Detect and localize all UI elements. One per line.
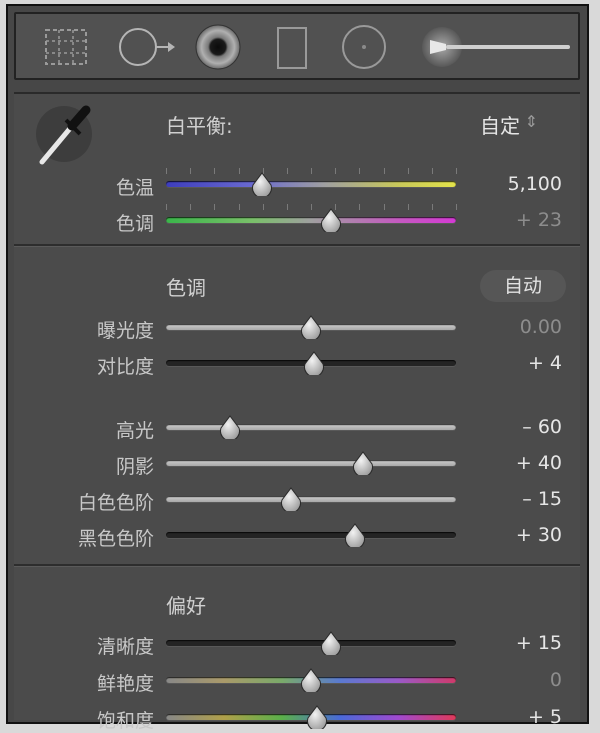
slider-value[interactable]: 0 bbox=[472, 669, 562, 691]
slider-track[interactable] bbox=[166, 424, 456, 430]
crop-overlay-icon[interactable] bbox=[40, 24, 92, 70]
slider-thumb[interactable] bbox=[344, 523, 366, 549]
slider-label: 对比度 bbox=[96, 356, 154, 378]
wb-preset-arrows-icon[interactable]: ⇕ bbox=[525, 112, 538, 131]
slider-label: 高光 bbox=[115, 420, 154, 442]
slider-label: 鲜艳度 bbox=[96, 673, 154, 695]
slider-track[interactable] bbox=[166, 460, 456, 466]
slider-label: 曝光度 bbox=[96, 320, 154, 342]
slider-value[interactable]: – 60 bbox=[472, 416, 562, 438]
presence-title: 偏好 bbox=[166, 594, 206, 618]
slider-thumb[interactable] bbox=[251, 172, 273, 198]
slider-ticks bbox=[166, 168, 457, 174]
slider-thumb[interactable] bbox=[320, 208, 342, 234]
slider-label: 色调 bbox=[115, 213, 154, 235]
slider-label: 阴影 bbox=[115, 456, 154, 478]
tone-title: 色调 bbox=[166, 276, 206, 300]
basic-panel: 白平衡: 自定 ⇕ 色调 自动 偏好 色温 5,100 色调 + 23 曝光度 0.00 对… bbox=[14, 92, 580, 732]
slider-value[interactable]: + 23 bbox=[472, 209, 562, 231]
slider-value[interactable]: 5,100 bbox=[472, 173, 562, 195]
slider-thumb[interactable] bbox=[300, 668, 322, 694]
slider-label: 清晰度 bbox=[96, 636, 154, 658]
graduated-filter-icon[interactable] bbox=[272, 24, 312, 72]
wb-preset-select[interactable]: 自定 bbox=[480, 110, 520, 139]
slider-thumb[interactable] bbox=[306, 705, 328, 731]
slider-value[interactable]: + 5 bbox=[472, 706, 562, 728]
slider-label: 饱和度 bbox=[96, 710, 154, 732]
slider-value[interactable]: + 15 bbox=[472, 632, 562, 654]
slider-label: 黑色色阶 bbox=[77, 528, 154, 550]
section-divider bbox=[14, 244, 580, 247]
radial-filter-icon[interactable] bbox=[338, 22, 390, 72]
slider-value[interactable]: + 30 bbox=[472, 524, 562, 546]
slider-track[interactable] bbox=[166, 532, 456, 538]
wb-title: 白平衡: bbox=[166, 114, 233, 138]
slider-track[interactable] bbox=[166, 181, 456, 187]
slider-track[interactable] bbox=[166, 217, 456, 223]
slider-track[interactable] bbox=[166, 496, 456, 502]
red-eye-icon[interactable] bbox=[192, 22, 244, 72]
slider-value[interactable]: 0.00 bbox=[472, 316, 562, 338]
slider-label: 白色色阶 bbox=[77, 492, 154, 514]
eyedropper-icon[interactable] bbox=[28, 100, 100, 168]
slider-thumb[interactable] bbox=[280, 487, 302, 513]
slider-thumb[interactable] bbox=[300, 315, 322, 341]
slider-ticks bbox=[166, 204, 457, 210]
slider-label: 色温 bbox=[115, 177, 154, 199]
section-divider bbox=[14, 564, 580, 567]
develop-panel-frame: 白平衡: 自定 ⇕ 色调 自动 偏好 色温 5,100 色调 + 23 曝光度 0.00 对… bbox=[6, 4, 589, 732]
spot-removal-icon[interactable] bbox=[114, 24, 178, 70]
adjustment-brush-icon[interactable] bbox=[412, 22, 572, 72]
slider-value[interactable]: – 15 bbox=[472, 488, 562, 510]
slider-thumb[interactable] bbox=[303, 351, 325, 377]
slider-thumb[interactable] bbox=[320, 631, 342, 657]
slider-thumb[interactable] bbox=[219, 415, 241, 441]
slider-value[interactable]: + 40 bbox=[472, 452, 562, 474]
slider-track[interactable] bbox=[166, 640, 456, 646]
slider-value[interactable]: + 4 bbox=[472, 352, 562, 374]
slider-thumb[interactable] bbox=[352, 451, 374, 477]
auto-tone-button[interactable]: 自动 bbox=[480, 270, 566, 302]
tool-strip bbox=[14, 12, 580, 80]
